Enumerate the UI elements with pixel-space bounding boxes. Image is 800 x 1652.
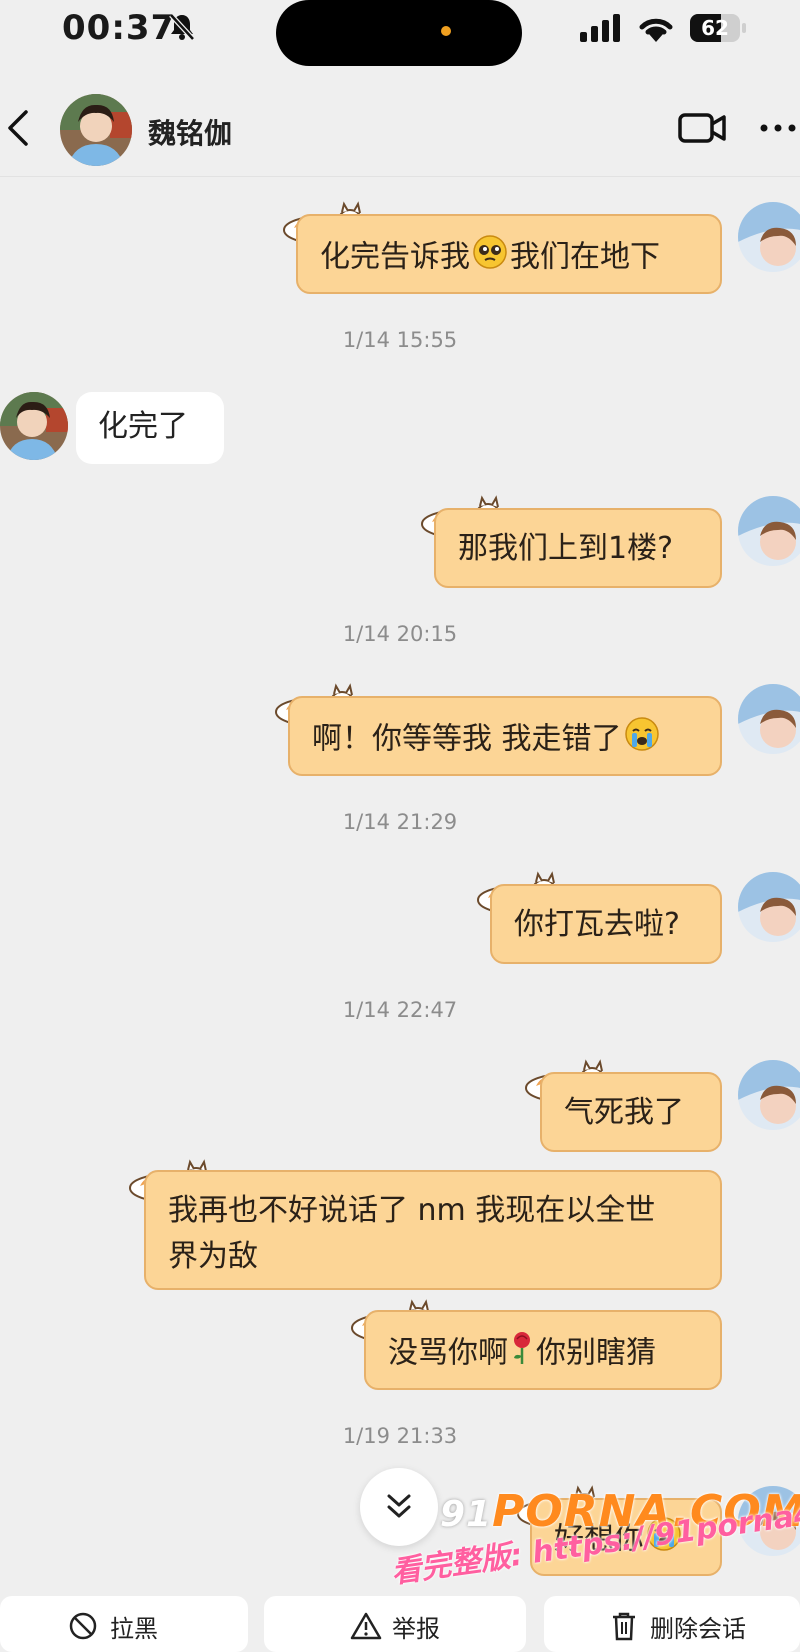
delete-conversation-button[interactable]: 删除会话 bbox=[544, 1596, 800, 1652]
trash-icon bbox=[613, 1612, 635, 1641]
contact-avatar[interactable] bbox=[60, 94, 132, 166]
status-time: 00:37 bbox=[62, 8, 176, 48]
timestamp: 1/14 21:29 bbox=[342, 810, 458, 834]
scroll-to-bottom-button[interactable] bbox=[360, 1468, 438, 1546]
message-bubble-outgoing[interactable]: 我再也不好说话了 nm 我现在以全世 界为敌 bbox=[144, 1170, 722, 1290]
pleading-face-emoji-icon bbox=[472, 234, 508, 282]
message-bubble-outgoing[interactable]: 啊！你等等我 我走错了 bbox=[288, 696, 722, 776]
status-bar: 00:37 62 bbox=[0, 0, 800, 70]
warning-icon bbox=[350, 1612, 382, 1640]
video-call-icon[interactable] bbox=[678, 110, 728, 146]
message-bubble-outgoing[interactable]: 气死我了 bbox=[540, 1072, 722, 1152]
back-arrow-icon[interactable] bbox=[4, 108, 32, 148]
my-avatar[interactable] bbox=[738, 872, 800, 942]
bell-muted-icon bbox=[169, 13, 195, 41]
chat-header: 魏铭伽 bbox=[0, 80, 800, 177]
action-bar: 拉黑 举报 删除会话 bbox=[0, 1596, 800, 1652]
block-button[interactable]: 拉黑 bbox=[0, 1596, 248, 1652]
message-text: 化完告诉我 bbox=[320, 239, 470, 275]
timestamp: 1/14 22:47 bbox=[342, 998, 458, 1022]
message-text-line: 我再也不好说话了 nm 我现在以全世 bbox=[168, 1193, 656, 1228]
block-icon bbox=[69, 1612, 97, 1640]
message-text: 我们在地下 bbox=[510, 239, 660, 275]
message-text: 那我们上到1楼? bbox=[458, 531, 674, 566]
delete-conversation-label: 删除会话 bbox=[650, 1615, 746, 1643]
message-text: 你打瓦去啦? bbox=[514, 907, 680, 942]
message-bubble-incoming[interactable]: 化完了 bbox=[76, 392, 224, 464]
dynamic-island bbox=[276, 0, 522, 66]
double-chevron-down-icon bbox=[387, 1494, 411, 1518]
message-text: 化完了 bbox=[98, 409, 188, 444]
message-bubble-outgoing[interactable]: 化完告诉我 我们在地下 bbox=[296, 214, 722, 294]
timestamp: 1/14 20:15 bbox=[342, 622, 458, 646]
contact-avatar[interactable] bbox=[0, 392, 68, 460]
more-icon[interactable] bbox=[758, 114, 798, 142]
crying-face-emoji-icon bbox=[624, 716, 660, 764]
battery-percent: 62 bbox=[701, 16, 729, 40]
block-label: 拉黑 bbox=[110, 1615, 158, 1643]
my-avatar[interactable] bbox=[738, 496, 800, 566]
battery-icon: 62 bbox=[690, 14, 748, 44]
timestamp: 1/19 21:33 bbox=[342, 1424, 458, 1448]
message-text: 没骂你啊 bbox=[388, 1335, 508, 1371]
message-text: 气死我了 bbox=[564, 1095, 684, 1130]
timestamp: 1/14 15:55 bbox=[342, 328, 458, 352]
signal-icon bbox=[580, 14, 620, 42]
wifi-icon bbox=[639, 18, 673, 42]
rose-emoji-icon bbox=[510, 1330, 534, 1378]
contact-name: 魏铭伽 bbox=[148, 117, 233, 150]
message-text: 你别瞎猜 bbox=[536, 1335, 656, 1371]
report-label: 举报 bbox=[392, 1615, 440, 1643]
message-bubble-outgoing[interactable]: 没骂你啊 你别瞎猜 bbox=[364, 1310, 722, 1390]
my-avatar[interactable] bbox=[738, 1060, 800, 1130]
message-bubble-outgoing[interactable]: 那我们上到1楼? bbox=[434, 508, 722, 588]
my-avatar[interactable] bbox=[738, 684, 800, 754]
message-bubble-outgoing[interactable]: 你打瓦去啦? bbox=[490, 884, 722, 964]
message-text: 啊！你等等我 我走错了 bbox=[312, 721, 622, 757]
my-avatar[interactable] bbox=[738, 202, 800, 272]
message-text-line: 界为敌 bbox=[168, 1239, 258, 1274]
report-button[interactable]: 举报 bbox=[264, 1596, 526, 1652]
